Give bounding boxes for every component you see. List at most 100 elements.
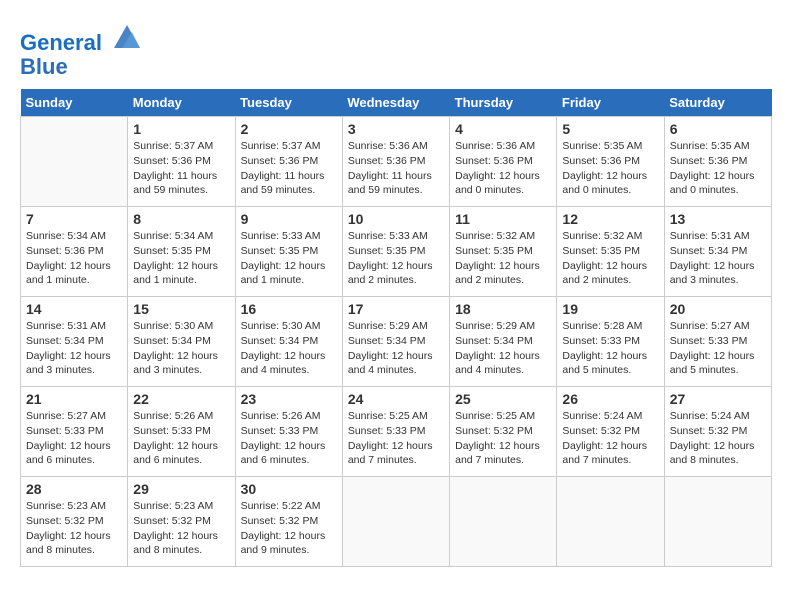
day-number: 27 [670,391,766,407]
day-number: 30 [241,481,337,497]
calendar-cell: 24 Sunrise: 5:25 AM Sunset: 5:33 PM Dayli… [342,387,449,477]
weekday-header: Friday [557,89,664,117]
day-info: Sunrise: 5:27 AM Sunset: 5:33 PM Dayligh… [26,409,122,468]
calendar-cell: 9 Sunrise: 5:33 AM Sunset: 5:35 PM Daylig… [235,207,342,297]
calendar-cell: 4 Sunrise: 5:36 AM Sunset: 5:36 PM Daylig… [450,117,557,207]
logo-general: General [20,30,102,55]
weekday-header: Monday [128,89,235,117]
day-info: Sunrise: 5:34 AM Sunset: 5:35 PM Dayligh… [133,229,229,288]
calendar-cell: 21 Sunrise: 5:27 AM Sunset: 5:33 PM Dayli… [21,387,128,477]
day-number: 13 [670,211,766,227]
day-info: Sunrise: 5:31 AM Sunset: 5:34 PM Dayligh… [26,319,122,378]
calendar-cell: 22Sunrise: 5:26 AM Sunset: 5:33 PM Dayli… [128,387,235,477]
calendar-cell: 16 Sunrise: 5:30 AM Sunset: 5:34 PM Dayli… [235,297,342,387]
day-info: Sunrise: 5:36 AM Sunset: 5:36 PM Dayligh… [455,139,551,198]
calendar-cell: 11 Sunrise: 5:32 AM Sunset: 5:35 PM Dayli… [450,207,557,297]
day-number: 24 [348,391,444,407]
day-info: Sunrise: 5:32 AM Sunset: 5:35 PM Dayligh… [455,229,551,288]
weekday-header-row: SundayMondayTuesdayWednesdayThursdayFrid… [21,89,772,117]
day-number: 9 [241,211,337,227]
calendar-table: SundayMondayTuesdayWednesdayThursdayFrid… [20,89,772,567]
calendar-cell [664,477,771,567]
day-info: Sunrise: 5:22 AM Sunset: 5:32 PM Dayligh… [241,499,337,558]
day-info: Sunrise: 5:30 AM Sunset: 5:34 PM Dayligh… [133,319,229,378]
day-info: Sunrise: 5:37 AM Sunset: 5:36 PM Dayligh… [133,139,229,198]
calendar-cell: 26Sunrise: 5:24 AM Sunset: 5:32 PM Dayli… [557,387,664,477]
day-number: 29 [133,481,229,497]
day-number: 2 [241,121,337,137]
day-number: 16 [241,301,337,317]
day-info: Sunrise: 5:30 AM Sunset: 5:34 PM Dayligh… [241,319,337,378]
day-number: 4 [455,121,551,137]
calendar-cell: 19 Sunrise: 5:28 AM Sunset: 5:33 PM Dayli… [557,297,664,387]
week-row: 7Sunrise: 5:34 AM Sunset: 5:36 PM Daylig… [21,207,772,297]
day-info: Sunrise: 5:29 AM Sunset: 5:34 PM Dayligh… [348,319,444,378]
day-number: 8 [133,211,229,227]
calendar-cell: 17 Sunrise: 5:29 AM Sunset: 5:34 PM Dayli… [342,297,449,387]
calendar-cell: 29 Sunrise: 5:23 AM Sunset: 5:32 PM Dayli… [128,477,235,567]
calendar-cell: 5 Sunrise: 5:35 AM Sunset: 5:36 PM Daylig… [557,117,664,207]
calendar-cell: 6 Sunrise: 5:35 AM Sunset: 5:36 PM Daylig… [664,117,771,207]
logo-icon [112,20,142,50]
day-number: 7 [26,211,122,227]
day-info: Sunrise: 5:29 AM Sunset: 5:34 PM Dayligh… [455,319,551,378]
week-row: 14 Sunrise: 5:31 AM Sunset: 5:34 PM Dayli… [21,297,772,387]
calendar-cell [21,117,128,207]
day-info: Sunrise: 5:26 AM Sunset: 5:33 PM Dayligh… [133,409,229,468]
calendar-cell: 12Sunrise: 5:32 AM Sunset: 5:35 PM Dayli… [557,207,664,297]
day-number: 21 [26,391,122,407]
weekday-header: Thursday [450,89,557,117]
calendar-cell: 10 Sunrise: 5:33 AM Sunset: 5:35 PM Dayli… [342,207,449,297]
calendar-cell: 23Sunrise: 5:26 AM Sunset: 5:33 PM Dayli… [235,387,342,477]
calendar-cell: 30 Sunrise: 5:22 AM Sunset: 5:32 PM Dayli… [235,477,342,567]
calendar-cell: 7Sunrise: 5:34 AM Sunset: 5:36 PM Daylig… [21,207,128,297]
day-number: 20 [670,301,766,317]
weekday-header: Tuesday [235,89,342,117]
day-number: 25 [455,391,551,407]
day-info: Sunrise: 5:28 AM Sunset: 5:33 PM Dayligh… [562,319,658,378]
weekday-header: Wednesday [342,89,449,117]
day-number: 3 [348,121,444,137]
weekday-header: Sunday [21,89,128,117]
logo-blue: Blue [20,54,68,79]
day-info: Sunrise: 5:23 AM Sunset: 5:32 PM Dayligh… [133,499,229,558]
day-number: 14 [26,301,122,317]
day-number: 15 [133,301,229,317]
calendar-cell: 3 Sunrise: 5:36 AM Sunset: 5:36 PM Daylig… [342,117,449,207]
calendar-cell: 14 Sunrise: 5:31 AM Sunset: 5:34 PM Dayli… [21,297,128,387]
day-number: 10 [348,211,444,227]
day-info: Sunrise: 5:35 AM Sunset: 5:36 PM Dayligh… [562,139,658,198]
day-info: Sunrise: 5:32 AM Sunset: 5:35 PM Dayligh… [562,229,658,288]
day-number: 1 [133,121,229,137]
day-info: Sunrise: 5:36 AM Sunset: 5:36 PM Dayligh… [348,139,444,198]
day-info: Sunrise: 5:33 AM Sunset: 5:35 PM Dayligh… [241,229,337,288]
day-number: 6 [670,121,766,137]
day-info: Sunrise: 5:27 AM Sunset: 5:33 PM Dayligh… [670,319,766,378]
calendar-cell: 1 Sunrise: 5:37 AM Sunset: 5:36 PM Daylig… [128,117,235,207]
calendar-cell [557,477,664,567]
day-number: 28 [26,481,122,497]
day-info: Sunrise: 5:25 AM Sunset: 5:32 PM Dayligh… [455,409,551,468]
day-number: 18 [455,301,551,317]
day-info: Sunrise: 5:25 AM Sunset: 5:33 PM Dayligh… [348,409,444,468]
day-info: Sunrise: 5:23 AM Sunset: 5:32 PM Dayligh… [26,499,122,558]
day-number: 11 [455,211,551,227]
calendar-cell [450,477,557,567]
day-number: 5 [562,121,658,137]
calendar-cell [342,477,449,567]
logo: General Blue [20,20,142,79]
week-row: 1 Sunrise: 5:37 AM Sunset: 5:36 PM Daylig… [21,117,772,207]
day-number: 19 [562,301,658,317]
calendar-cell: 20 Sunrise: 5:27 AM Sunset: 5:33 PM Dayli… [664,297,771,387]
day-info: Sunrise: 5:35 AM Sunset: 5:36 PM Dayligh… [670,139,766,198]
day-info: Sunrise: 5:33 AM Sunset: 5:35 PM Dayligh… [348,229,444,288]
page-header: General Blue [20,20,772,79]
calendar-cell: 2 Sunrise: 5:37 AM Sunset: 5:36 PM Daylig… [235,117,342,207]
day-number: 26 [562,391,658,407]
day-info: Sunrise: 5:31 AM Sunset: 5:34 PM Dayligh… [670,229,766,288]
day-number: 23 [241,391,337,407]
calendar-cell: 15 Sunrise: 5:30 AM Sunset: 5:34 PM Dayli… [128,297,235,387]
calendar-cell: 27Sunrise: 5:24 AM Sunset: 5:32 PM Dayli… [664,387,771,477]
day-info: Sunrise: 5:37 AM Sunset: 5:36 PM Dayligh… [241,139,337,198]
day-number: 17 [348,301,444,317]
